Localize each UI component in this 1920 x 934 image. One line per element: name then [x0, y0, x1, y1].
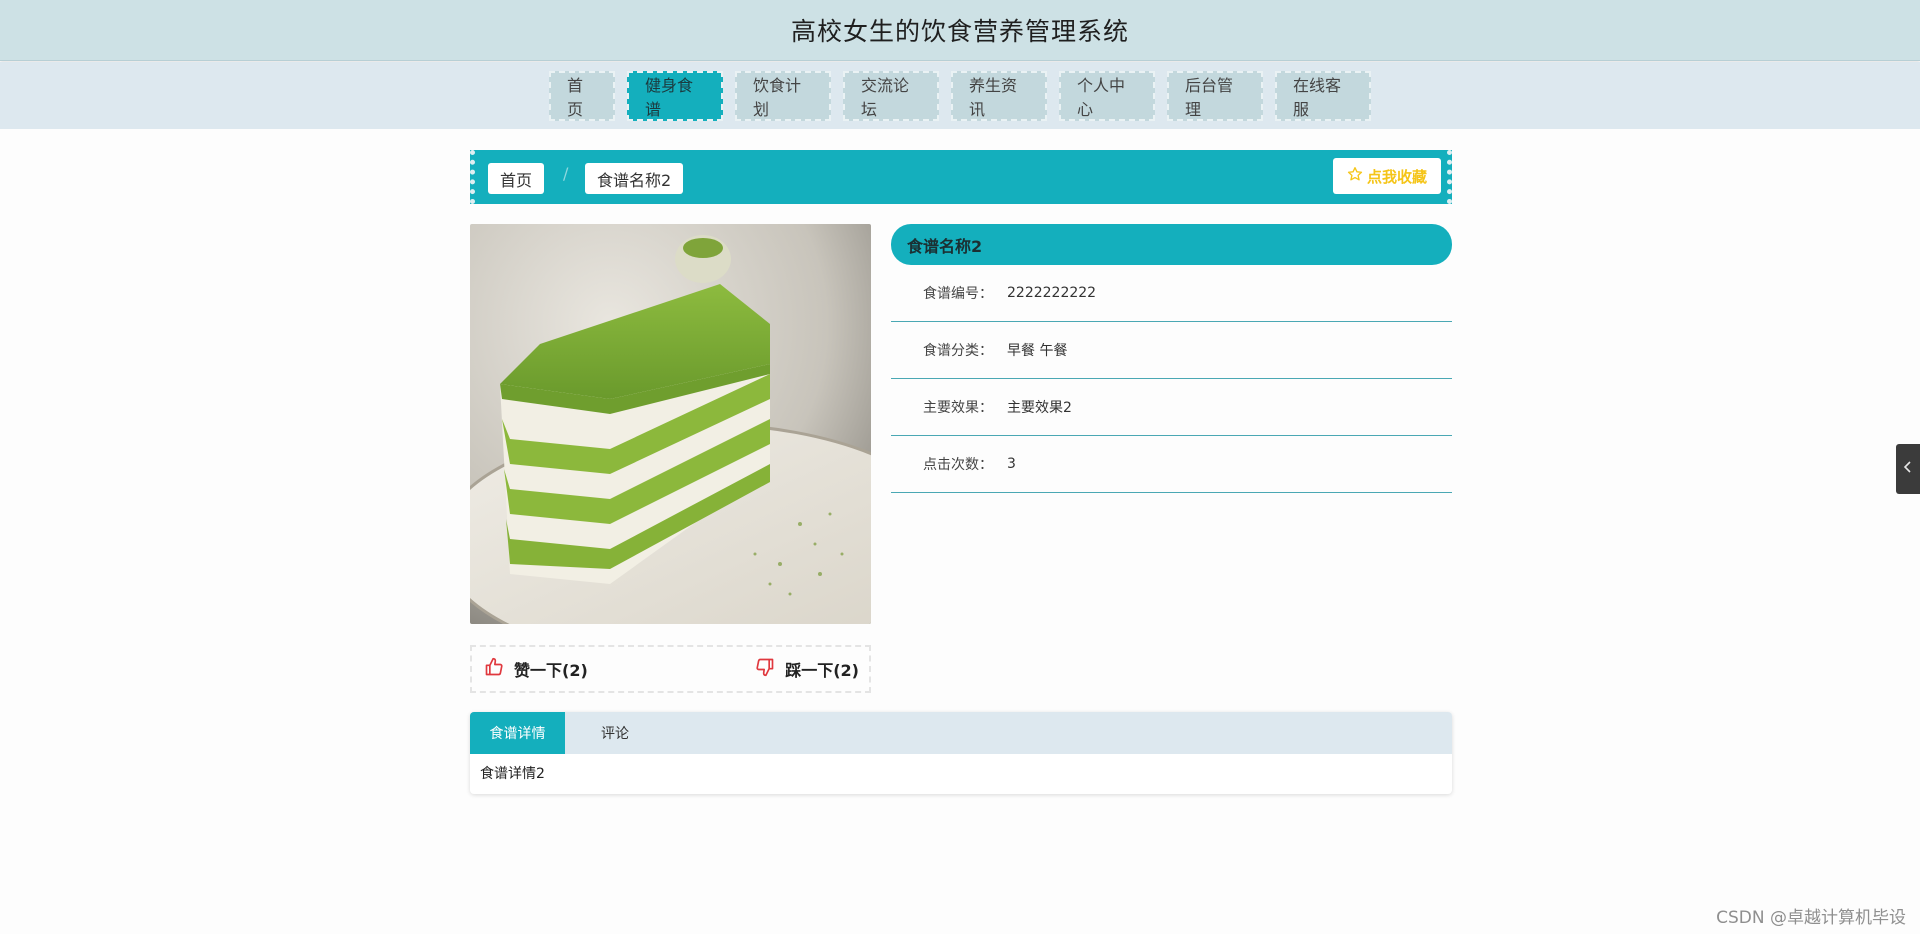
- detail-row-id: 食谱编号： 2222222222: [891, 265, 1452, 322]
- breadcrumb: 首页 / 食谱名称2 点我收藏: [470, 150, 1452, 204]
- chevron-left-icon: [1903, 461, 1913, 477]
- like-button[interactable]: 赞一下(2): [484, 657, 588, 681]
- detail-value: 3: [1007, 456, 1016, 472]
- nav-item-diet-plan[interactable]: 饮食计划: [735, 70, 831, 121]
- detail-value: 早餐 午餐: [1007, 343, 1068, 359]
- detail-label: 点击次数：: [923, 457, 993, 473]
- thumbs-up-icon: [484, 657, 504, 681]
- tab-recipe-details[interactable]: 食谱详情: [470, 712, 565, 754]
- nav-item-forum[interactable]: 交流论坛: [843, 70, 939, 121]
- detail-row-category: 食谱分类： 早餐 午餐: [891, 322, 1452, 379]
- breadcrumb-current: 食谱名称2: [585, 163, 684, 194]
- detail-label: 食谱编号：: [923, 286, 993, 302]
- breadcrumb-home[interactable]: 首页: [488, 163, 545, 194]
- vote-box: 赞一下(2) 踩一下(2): [470, 645, 871, 693]
- tab-comments[interactable]: 评论: [565, 712, 665, 754]
- thumbs-down-icon: [755, 657, 775, 681]
- side-panel-toggle[interactable]: [1896, 444, 1920, 494]
- site-title: 高校女生的饮食营养管理系统: [790, 17, 1129, 46]
- detail-row-clicks: 点击次数： 3: [891, 436, 1452, 493]
- dislike-label: 踩一下(2): [785, 661, 859, 680]
- like-label: 赞一下(2): [514, 661, 588, 680]
- breadcrumb-separator: /: [563, 164, 569, 183]
- nav-item-home[interactable]: 首页: [549, 70, 615, 121]
- recipe-image: [470, 224, 871, 624]
- dislike-button[interactable]: 踩一下(2): [755, 657, 859, 681]
- tabs-header: 食谱详情 评论: [470, 712, 1452, 754]
- star-icon: [1347, 166, 1363, 186]
- nav-item-admin[interactable]: 后台管理: [1167, 70, 1263, 121]
- favorite-button[interactable]: 点我收藏: [1333, 158, 1441, 194]
- site-header: 高校女生的饮食营养管理系统: [0, 0, 1920, 61]
- nav-item-fitness-recipes[interactable]: 健身食谱: [627, 70, 723, 121]
- nav-item-health-news[interactable]: 养生资讯: [951, 70, 1047, 121]
- nav-item-online-service[interactable]: 在线客服: [1275, 70, 1371, 121]
- nav-item-profile[interactable]: 个人中心: [1059, 70, 1155, 121]
- recipe-tabs: 食谱详情 评论 食谱详情2: [470, 712, 1452, 794]
- watermark: CSDN @卓越计算机毕设: [1716, 908, 1906, 928]
- detail-label: 主要效果：: [923, 400, 993, 416]
- detail-value: 2222222222: [1007, 285, 1097, 301]
- detail-value: 主要效果2: [1007, 400, 1072, 416]
- main-nav: 首页 健身食谱 饮食计划 交流论坛 养生资讯 个人中心 后台管理 在线客服: [0, 62, 1920, 129]
- detail-row-effect: 主要效果： 主要效果2: [891, 379, 1452, 436]
- recipe-title: 食谱名称2: [891, 224, 1452, 265]
- detail-label: 食谱分类：: [923, 343, 993, 359]
- tab-content: 食谱详情2: [480, 766, 545, 782]
- favorite-label: 点我收藏: [1366, 167, 1427, 186]
